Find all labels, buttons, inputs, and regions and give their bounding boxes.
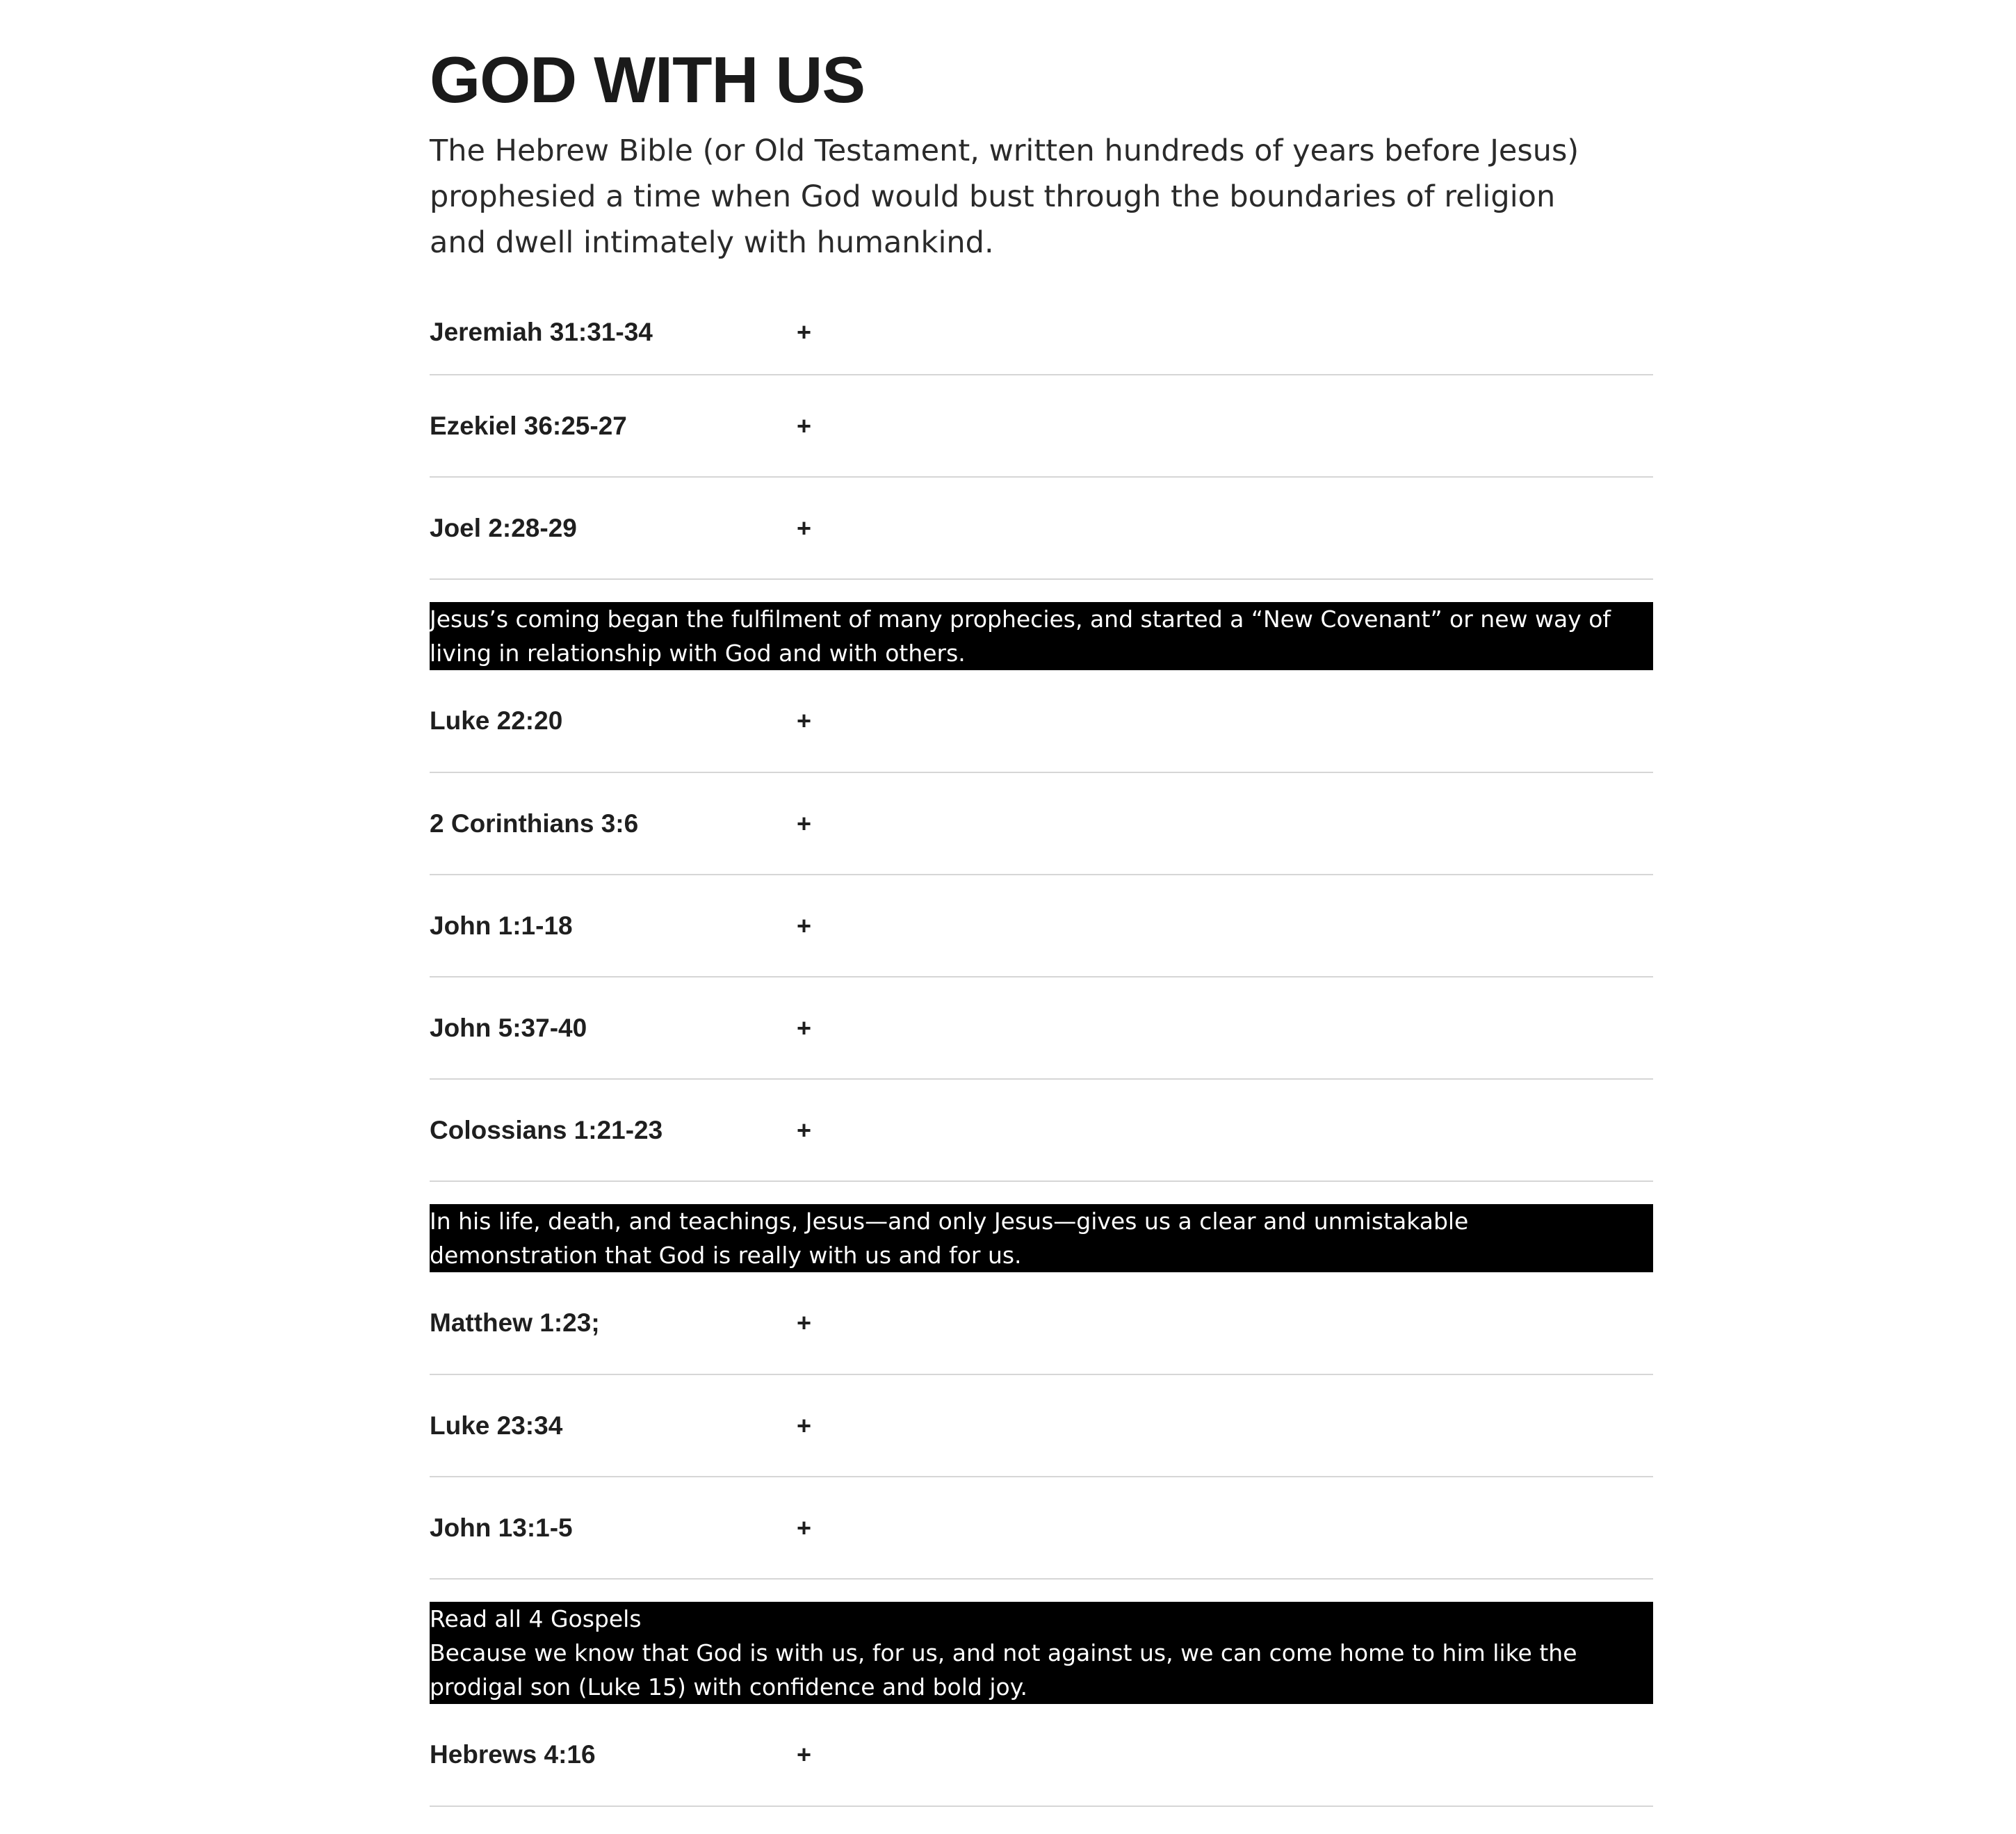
plus-icon[interactable]: +	[797, 809, 811, 838]
accordion-item-colossians[interactable]: Colossians 1:21-23 +	[430, 1080, 1653, 1182]
accordion-label: Luke 23:34	[430, 1411, 563, 1440]
plus-icon[interactable]: +	[797, 412, 811, 441]
accordion-item-matthew[interactable]: Matthew 1:23; +	[430, 1272, 1653, 1375]
read-gospels-link[interactable]: Read all 4 Gospels	[430, 1602, 1643, 1636]
main-content: GOD WITH US The Hebrew Bible (or Old Tes…	[430, 42, 1653, 1807]
plus-icon[interactable]: +	[797, 1308, 811, 1338]
callout-text: In his life, death, and teachings, Jesus…	[430, 1208, 1469, 1269]
plus-icon[interactable]: +	[797, 706, 811, 736]
accordion-label: Matthew 1:23;	[430, 1308, 600, 1337]
callout-text: Because we know that God is with us, for…	[430, 1639, 1577, 1701]
accordion-label: Luke 22:20	[430, 706, 563, 735]
accordion-item-ezekiel[interactable]: Ezekiel 36:25-27 +	[430, 375, 1653, 478]
callout-prodigal: Read all 4 Gospels Because we know that …	[430, 1602, 1653, 1704]
plus-icon[interactable]: +	[797, 1116, 811, 1145]
page-title: GOD WITH US	[430, 43, 865, 116]
callout-new-covenant: Jesus’s coming began the fulfilment of m…	[430, 602, 1653, 670]
plus-icon[interactable]: +	[797, 1411, 811, 1441]
accordion-item-2-corinthians[interactable]: 2 Corinthians 3:6 +	[430, 773, 1653, 875]
accordion-label: John 5:37-40	[430, 1013, 587, 1042]
accordion-label: John 13:1-5	[430, 1513, 573, 1542]
intro-paragraph: The Hebrew Bible (or Old Testament, writ…	[430, 133, 1579, 260]
accordion-label: John 1:1-18	[430, 911, 573, 940]
accordion-label: Joel 2:28-29	[430, 513, 577, 542]
accordion-item-john-13[interactable]: John 13:1-5 +	[430, 1477, 1653, 1580]
accordion-item-joel[interactable]: Joel 2:28-29 +	[430, 478, 1653, 580]
plus-icon[interactable]: +	[797, 1014, 811, 1043]
plus-icon[interactable]: +	[797, 911, 811, 941]
plus-icon[interactable]: +	[797, 1514, 811, 1543]
accordion-item-jeremiah[interactable]: Jeremiah 31:31-34 +	[430, 291, 1653, 375]
plus-icon[interactable]: +	[797, 1740, 811, 1769]
accordion-label: Ezekiel 36:25-27	[430, 411, 627, 440]
accordion-item-luke-23[interactable]: Luke 23:34 +	[430, 1375, 1653, 1477]
accordion-label: 2 Corinthians 3:6	[430, 809, 639, 838]
plus-icon[interactable]: +	[797, 318, 811, 347]
accordion-label: Hebrews 4:16	[430, 1740, 596, 1769]
accordion-label: Colossians 1:21-23	[430, 1115, 663, 1144]
callout-with-us: In his life, death, and teachings, Jesus…	[430, 1204, 1653, 1272]
callout-text: Jesus’s coming began the fulfilment of m…	[430, 606, 1611, 667]
accordion-item-hebrews[interactable]: Hebrews 4:16 +	[430, 1704, 1653, 1807]
accordion-item-john-5[interactable]: John 5:37-40 +	[430, 977, 1653, 1080]
accordion-label: Jeremiah 31:31-34	[430, 318, 653, 346]
accordion-item-john-1[interactable]: John 1:1-18 +	[430, 875, 1653, 977]
plus-icon[interactable]: +	[797, 514, 811, 543]
accordion-item-luke-22[interactable]: Luke 22:20 +	[430, 670, 1653, 773]
